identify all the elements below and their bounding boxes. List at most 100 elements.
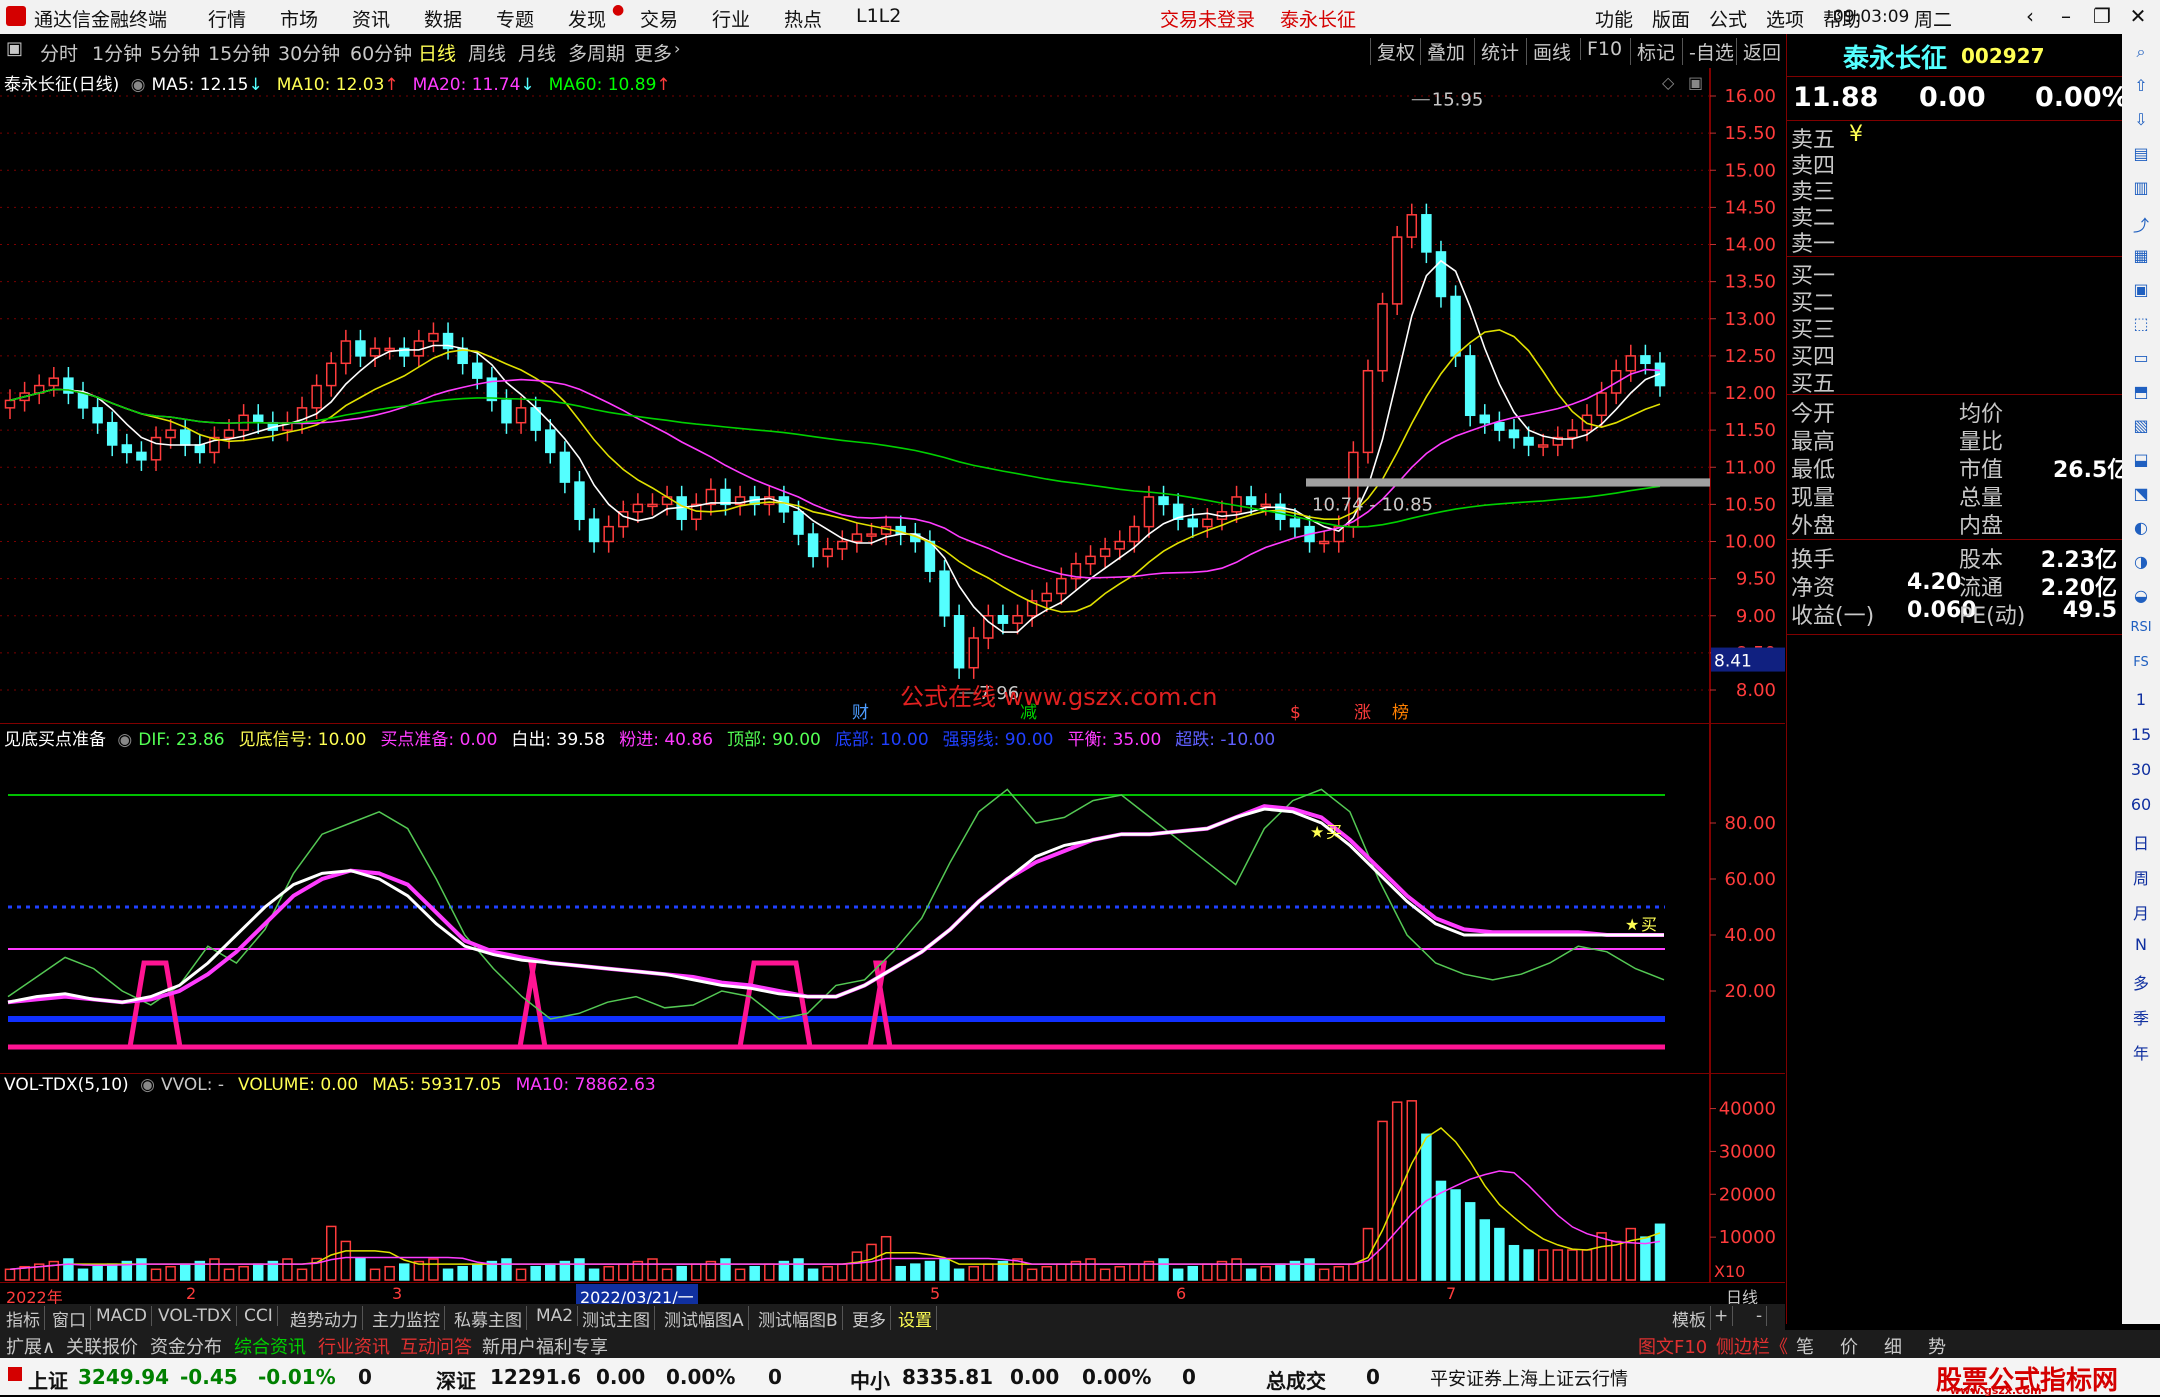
menu-item-2[interactable]: 资讯 <box>352 5 390 32</box>
menu-right-item-0[interactable]: 功能 <box>1595 5 1633 32</box>
menu-item-6[interactable]: 交易 <box>640 5 678 32</box>
sz-name[interactable]: 深证 <box>436 1365 476 1394</box>
side-tab-5[interactable]: 势 <box>1924 1333 1950 1359</box>
toolbar-icon-12[interactable]: ⬓ <box>2128 450 2154 474</box>
chart-action-1[interactable]: 叠加 <box>1420 38 1465 65</box>
toolbar-period-7[interactable]: 周 <box>2128 865 2154 889</box>
menu-right-item-3[interactable]: 选项 <box>1766 5 1804 32</box>
side-tab-4[interactable]: 细 <box>1880 1333 1906 1359</box>
chart-menu-icon[interactable]: ▣ <box>6 38 23 59</box>
toolbar-icon-16[interactable]: ◒ <box>2128 586 2154 610</box>
tab-5[interactable]: 60分钟 <box>350 39 412 66</box>
tab-4[interactable]: 30分钟 <box>278 39 340 66</box>
toolbar-icon-15[interactable]: ◑ <box>2128 552 2154 576</box>
toolbar-period-12[interactable]: 年 <box>2128 1040 2154 1064</box>
indicator-tab-5[interactable]: 趋势动力 <box>286 1306 363 1331</box>
toolbar-period-1[interactable]: FS <box>2128 655 2154 679</box>
menu-item-7[interactable]: 行业 <box>712 5 750 32</box>
indicator-tab-12[interactable]: 更多 <box>848 1306 891 1331</box>
toolbar-period-10[interactable]: 多 <box>2128 970 2154 994</box>
toolbar-icon-3[interactable]: ▤ <box>2128 144 2154 168</box>
tab-6[interactable]: 日线 <box>418 39 456 66</box>
minimize-icon[interactable]: – <box>2048 2 2084 30</box>
toolbar-icon-5[interactable]: ⤴ <box>2128 212 2154 236</box>
menu-item-5[interactable]: 发现 <box>568 5 606 32</box>
info-tab-1[interactable]: 关联报价 <box>62 1333 142 1359</box>
template-control-1[interactable]: + <box>1710 1306 1734 1326</box>
toolbar-period-2[interactable]: 1 <box>2128 690 2154 714</box>
indicator-tab-8[interactable]: MA2 <box>532 1306 579 1326</box>
sh-name[interactable]: 上证 <box>28 1365 68 1394</box>
chart-action-2[interactable]: 统计 <box>1474 38 1519 65</box>
close-icon[interactable]: ✕ <box>2120 2 2156 30</box>
indicator-tab-10[interactable]: 测试幅图A <box>660 1306 749 1331</box>
indicator-tab-6[interactable]: 主力监控 <box>368 1306 445 1331</box>
chart-action-5[interactable]: 标记 <box>1630 38 1675 65</box>
tab-0[interactable]: 分时 <box>40 39 78 66</box>
indicator-tab-0[interactable]: 指标 <box>2 1306 45 1331</box>
indicator-tab-4[interactable]: CCI <box>240 1306 278 1326</box>
info-tab-2[interactable]: 资金分布 <box>146 1333 226 1359</box>
chart-action-0[interactable]: 复权 <box>1370 38 1415 65</box>
side-tab-0[interactable]: 图文F10 <box>1634 1333 1711 1359</box>
toolbar-icon-10[interactable]: ⬒ <box>2128 382 2154 406</box>
indicator-tab-11[interactable]: 测试幅图B <box>754 1306 843 1331</box>
tab-9[interactable]: 多周期 <box>568 39 625 66</box>
chart-action-4[interactable]: F10 <box>1580 38 1622 60</box>
tab-3[interactable]: 15分钟 <box>208 39 270 66</box>
indicator-name[interactable]: 见底买点准备 <box>4 730 106 750</box>
toolbar-period-0[interactable]: RSI <box>2128 620 2154 644</box>
restore-icon[interactable]: ❐ <box>2084 2 2120 30</box>
tab-1[interactable]: 1分钟 <box>92 39 142 66</box>
menu-item-8[interactable]: 热点 <box>784 5 822 32</box>
tab-2[interactable]: 5分钟 <box>150 39 200 66</box>
toolbar-icon-8[interactable]: ⬚ <box>2128 314 2154 338</box>
template-control-0[interactable]: 模板 <box>1668 1306 1711 1331</box>
settings-icon[interactable]: ◉ <box>131 75 146 95</box>
info-tab-4[interactable]: 行业资讯 <box>314 1333 394 1359</box>
toolbar-icon-11[interactable]: ▧ <box>2128 416 2154 440</box>
toolbar-icon-4[interactable]: ▥ <box>2128 178 2154 202</box>
volume-settings-icon[interactable]: ◉ <box>140 1075 155 1095</box>
menu-item-3[interactable]: 数据 <box>424 5 462 32</box>
tab-8[interactable]: 月线 <box>518 39 556 66</box>
event-marker-2[interactable]: $ <box>1290 703 1301 723</box>
indicator-settings-icon[interactable]: ◉ <box>117 730 132 750</box>
chart-action-3[interactable]: 画线 <box>1526 38 1571 65</box>
toolbar-period-3[interactable]: 15 <box>2128 725 2154 749</box>
toolbar-icon-6[interactable]: ▦ <box>2128 246 2154 270</box>
toolbar-period-4[interactable]: 30 <box>2128 760 2154 784</box>
indicator-tab-13[interactable]: 设置 <box>894 1306 937 1331</box>
toolbar-icon-1[interactable]: ⇧ <box>2128 76 2154 100</box>
chart-action-7[interactable]: 返回 <box>1736 38 1781 65</box>
info-tab-6[interactable]: 新用户福利专享 <box>478 1333 612 1359</box>
indicator-tab-2[interactable]: MACD <box>92 1306 152 1326</box>
menu-right-item-2[interactable]: 公式 <box>1709 5 1747 32</box>
zx-name[interactable]: 中小 <box>850 1365 890 1394</box>
side-tab-1[interactable]: 侧边栏《 <box>1712 1333 1792 1359</box>
info-tab-0[interactable]: 扩展∧ <box>2 1333 59 1359</box>
indicator-tab-9[interactable]: 测试主图 <box>578 1306 655 1331</box>
more-chevron-icon[interactable]: › <box>674 39 680 58</box>
toolbar-period-9[interactable]: N <box>2128 935 2154 959</box>
back-icon[interactable]: ‹ <box>2012 2 2048 30</box>
toolbar-icon-14[interactable]: ◐ <box>2128 518 2154 542</box>
event-marker-0[interactable]: 财 <box>852 703 869 723</box>
menu-item-4[interactable]: 专题 <box>496 5 534 32</box>
price-chart[interactable]: 16.00 15.50 15.00 14.50 14.00 13.50 13.00 12.50… <box>0 68 1785 723</box>
toolbar-icon-2[interactable]: ⇩ <box>2128 110 2154 134</box>
volume-chart[interactable]: 40000 30000 20000 10000 X10 <box>0 1073 1785 1282</box>
event-marker-1[interactable]: 减 <box>1020 703 1037 723</box>
info-tab-5[interactable]: 互动问答 <box>396 1333 476 1359</box>
login-notice[interactable]: 交易未登录 <box>1160 5 1255 32</box>
toolbar-period-11[interactable]: 季 <box>2128 1005 2154 1029</box>
toolbar-icon-13[interactable]: ⬔ <box>2128 484 2154 508</box>
toolbar-icon-0[interactable]: ⌕ <box>2128 42 2154 66</box>
event-marker-3[interactable]: 涨 <box>1354 703 1371 723</box>
indicator-chart[interactable]: 80.0060.0040.0020.00★ 买★ 买 <box>0 723 1785 1073</box>
chart-zoom-icon[interactable]: ◇ <box>1662 73 1675 92</box>
indicator-tab-3[interactable]: VOL-TDX <box>154 1306 237 1326</box>
info-tab-3[interactable]: 综合资讯 <box>230 1333 310 1359</box>
volume-name[interactable]: VOL-TDX(5,10) <box>4 1075 129 1095</box>
side-tab-2[interactable]: 笔 <box>1792 1333 1818 1359</box>
